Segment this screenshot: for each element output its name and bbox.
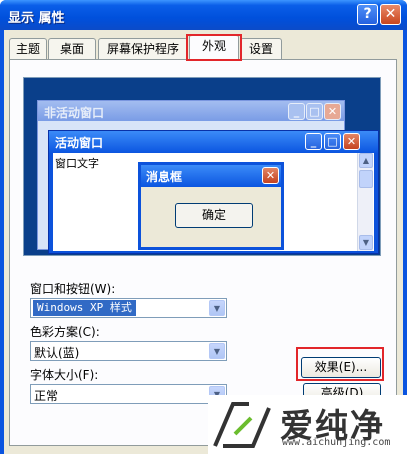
window-title: 显示 属性 xyxy=(8,11,65,26)
window-text-sample: 窗口文字 xyxy=(55,157,99,170)
font-size-label: 字体大小(F): xyxy=(30,368,99,382)
font-size-value: 正常 xyxy=(34,389,59,403)
inactive-window-title: 非活动窗口 xyxy=(44,106,105,120)
message-box-preview: 消息框 ✕ 确定 xyxy=(138,162,284,250)
color-scheme-value: 默认(蓝) xyxy=(34,346,80,360)
close-button[interactable]: ✕ xyxy=(380,4,401,25)
message-box-ok-button: 确定 xyxy=(175,203,253,228)
close-icon: ✕ xyxy=(324,103,341,120)
windows-buttons-select[interactable]: Windows XP 样式 ▼ xyxy=(30,298,227,318)
scroll-thumb xyxy=(359,170,373,188)
tab-screensaver[interactable]: 屏幕保护程序 xyxy=(98,38,188,59)
tab-desktop[interactable]: 桌面 xyxy=(48,38,96,59)
minimize-icon: _ xyxy=(288,103,305,120)
inactive-window-titlebar: 非活动窗口 _ □ ✕ xyxy=(38,101,344,121)
tab-themes[interactable]: 主题 xyxy=(9,38,47,59)
aichunjing-logo-icon xyxy=(213,402,271,448)
advanced-button-highlight xyxy=(296,347,384,381)
color-scheme-select[interactable]: 默认(蓝) ▼ xyxy=(30,341,227,361)
message-box-title: 消息框 xyxy=(146,170,183,184)
watermark: 爱纯净 www.aichunjing.com xyxy=(208,395,407,454)
help-button[interactable]: ? xyxy=(357,4,378,25)
chevron-down-icon[interactable]: ▼ xyxy=(209,343,225,359)
color-scheme-label: 色彩方案(C): xyxy=(30,325,100,339)
font-size-select[interactable]: 正常 ▼ xyxy=(30,384,227,404)
appearance-panel: 非活动窗口 _ □ ✕ 活动窗口 _ □ ✕ 窗口文字 ▲ ▼ 消息框 ✕ 确定… xyxy=(9,59,397,446)
close-icon: ✕ xyxy=(343,133,360,150)
message-box-titlebar: 消息框 ✕ xyxy=(141,165,281,187)
title-bar[interactable]: 显示 属性 ? ✕ xyxy=(0,0,407,30)
close-icon: ✕ xyxy=(262,167,279,184)
preview-scrollbar: ▲ ▼ xyxy=(357,153,373,251)
appearance-tab-highlight xyxy=(186,34,242,61)
scroll-up-icon: ▲ xyxy=(359,153,373,168)
active-window-title: 活动窗口 xyxy=(55,136,104,150)
watermark-url: www.aichunjing.com xyxy=(282,437,391,448)
maximize-icon: □ xyxy=(324,133,341,150)
windows-buttons-value: Windows XP 样式 xyxy=(33,300,136,316)
active-window-titlebar: 活动窗口 _ □ ✕ xyxy=(49,131,378,153)
display-properties-window: 显示 属性 ? ✕ 主题 桌面 屏幕保护程序 外观 设置 非活动窗口 _ □ ✕ xyxy=(0,0,407,454)
maximize-icon: □ xyxy=(306,103,323,120)
dialog-client-area: 主题 桌面 屏幕保护程序 外观 设置 非活动窗口 _ □ ✕ 活动窗口 _ □ … xyxy=(4,30,403,454)
minimize-icon: _ xyxy=(305,133,322,150)
scroll-down-icon: ▼ xyxy=(359,235,373,250)
windows-buttons-label: 窗口和按钮(W): xyxy=(30,282,116,296)
tab-settings[interactable]: 设置 xyxy=(240,38,282,59)
chevron-down-icon[interactable]: ▼ xyxy=(209,300,225,316)
appearance-preview: 非活动窗口 _ □ ✕ 活动窗口 _ □ ✕ 窗口文字 ▲ ▼ 消息框 ✕ 确定 xyxy=(23,77,381,256)
